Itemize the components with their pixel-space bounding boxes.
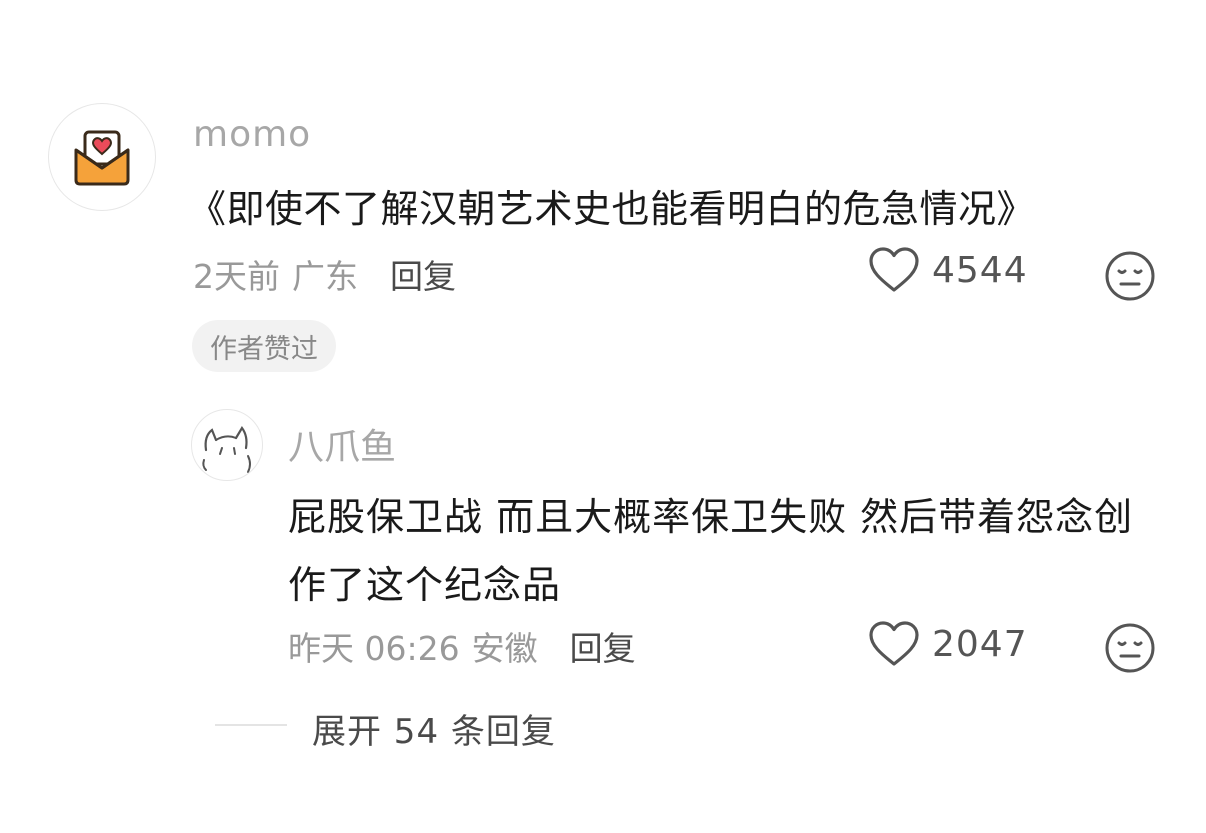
reply-username[interactable]: 八爪鱼 [288,418,396,470]
like-button[interactable]: 4544 [868,246,1028,294]
avatar[interactable] [48,103,156,211]
reply-location: 安徽 [471,629,538,668]
expand-replies-button[interactable]: 展开 54 条回复 [312,704,556,753]
envelope-heart-icon [74,130,130,186]
comment-text: 《即使不了解汉朝艺术史也能看明白的危急情况》 [188,187,1036,231]
reply-like-button[interactable]: 2047 [868,620,1028,668]
heart-icon [869,621,919,666]
reply-time: 昨天 06:26 [288,629,460,668]
heart-icon [869,247,919,292]
comment-time: 2天前 [193,257,280,296]
comment-username[interactable]: momo [193,114,311,155]
like-count: 4544 [932,249,1028,291]
reply-text: 屁股保卫战 而且大概率保卫失败 然后带着怨念创作了这个纪念品 [288,495,1134,607]
author-liked-badge: 作者赞过 [192,320,336,372]
comment-location: 广东 [292,257,358,296]
dislike-face-icon[interactable] [1104,250,1156,302]
dislike-face-icon[interactable] [1104,622,1156,674]
cat-sketch-icon [202,426,251,473]
reply-like-count: 2047 [932,623,1028,665]
reply-meta: 昨天 06:26 安徽 回复 [288,622,636,670]
comment-meta: 2天前 广东 回复 [193,250,456,298]
reply-avatar[interactable] [191,409,263,481]
reply-reply-button[interactable]: 回复 [570,622,636,670]
reply-button[interactable]: 回复 [390,250,456,298]
comment-thread: momo 《即使不了解汉朝艺术史也能看明白的危急情况》 2天前 广东 回复 45… [0,0,1206,833]
expand-divider [215,724,287,726]
